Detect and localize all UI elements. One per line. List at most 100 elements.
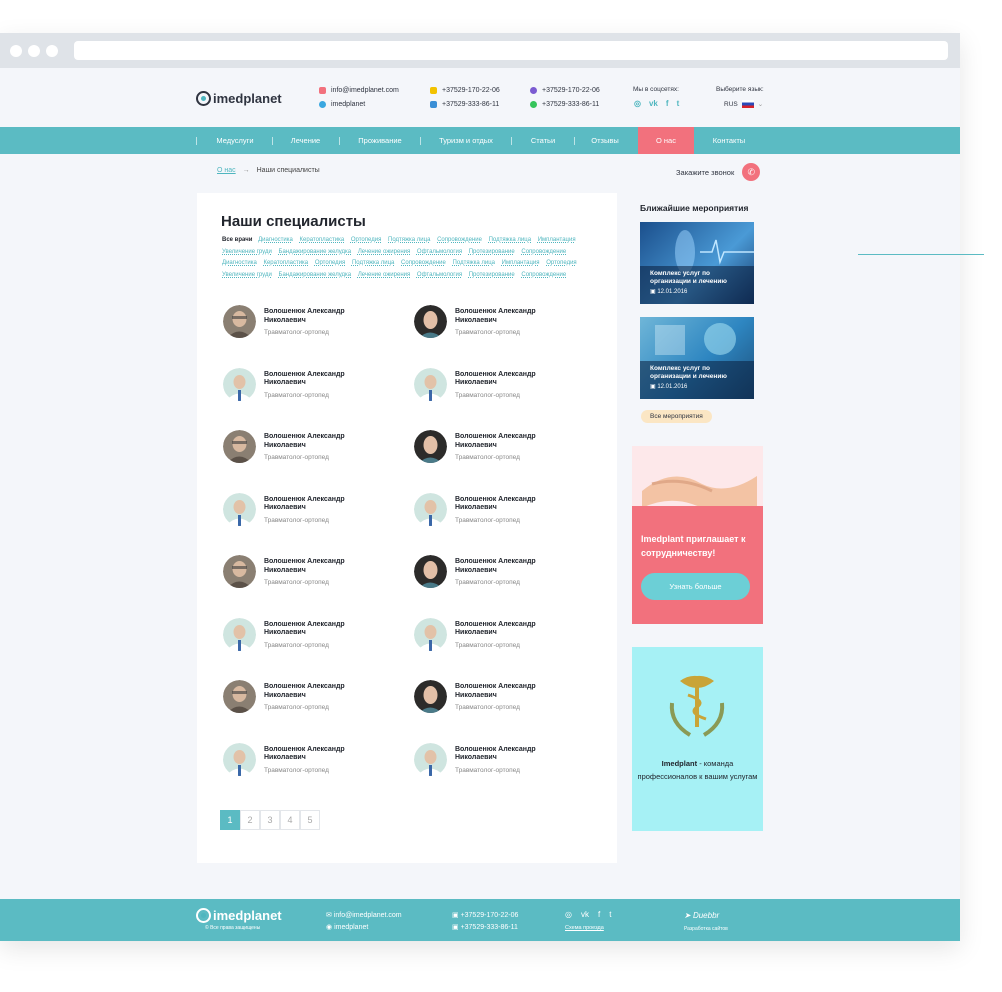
specialty-tag[interactable]: Сопровождение bbox=[401, 260, 446, 266]
specialty-tag[interactable]: Офтальмология bbox=[417, 272, 462, 278]
nav-item-tourism[interactable]: Туризм и отдых bbox=[426, 127, 506, 154]
callback-request[interactable]: Закажите звонок ✆ bbox=[676, 163, 761, 181]
doctor-name[interactable]: Волошенюк Александр Николаевич bbox=[264, 433, 374, 450]
header-phone-whatsapp[interactable]: +37529-333-86-11 bbox=[530, 101, 599, 108]
specialty-tag[interactable]: Имплантация bbox=[538, 237, 576, 243]
facebook-icon[interactable]: f bbox=[666, 99, 669, 108]
doctor-card[interactable]: Волошенюк Александр Николаевич Травматоло… bbox=[414, 742, 594, 783]
footer-skype[interactable]: ◉ imedplanet bbox=[326, 923, 368, 931]
window-dot[interactable] bbox=[46, 45, 58, 57]
avatar[interactable] bbox=[223, 305, 256, 338]
learn-more-button[interactable]: Узнать больше bbox=[641, 573, 750, 600]
specialty-tag[interactable]: Ортопедия bbox=[546, 260, 576, 266]
specialty-tag[interactable]: Подтяжка лица bbox=[453, 260, 495, 266]
header-email[interactable]: info@imedplanet.com bbox=[319, 87, 399, 94]
specialty-tag[interactable]: Подтяжка лица bbox=[388, 237, 430, 243]
header-skype[interactable]: imedplanet bbox=[319, 101, 365, 108]
event-card[interactable]: Комплекс услуг по организации и лечению … bbox=[640, 317, 754, 399]
specialty-tag[interactable]: Сопровождение bbox=[437, 237, 482, 243]
nav-item-treatment[interactable]: Лечение bbox=[278, 127, 333, 154]
developer-logo[interactable]: ➤ Duebbr bbox=[684, 911, 719, 920]
doctor-card[interactable]: Волошенюк Александр Николаевич Травматоло… bbox=[223, 680, 403, 720]
doctor-name[interactable]: Волошенюк Александр Николаевич bbox=[455, 621, 565, 638]
doctor-card[interactable]: Волошенюк Александр Николаевич Травматоло… bbox=[223, 430, 403, 470]
doctor-name[interactable]: Волошенюк Александр Николаевич bbox=[455, 496, 565, 513]
doctor-card[interactable]: Волошенюк Александр Николаевич Травматоло… bbox=[414, 305, 594, 345]
doctor-card[interactable]: Волошенюк Александр Николаевич Травматоло… bbox=[414, 492, 594, 533]
doctor-name[interactable]: Волошенюк Александр Николаевич bbox=[455, 308, 565, 325]
doctor-card[interactable]: Волошенюк Александр Николаевич Травматоло… bbox=[223, 492, 403, 533]
nav-item-about[interactable]: О нас bbox=[638, 127, 694, 154]
doctor-card[interactable]: Волошенюк Александр Николаевич Травматоло… bbox=[223, 367, 403, 408]
header-phone-viber[interactable]: +37529-170-22-06 bbox=[530, 87, 600, 94]
avatar[interactable] bbox=[414, 617, 447, 651]
instagram-icon[interactable]: ◎ bbox=[565, 910, 572, 919]
header-phone[interactable]: +37529-170-22-06 bbox=[430, 87, 500, 94]
specialty-tag[interactable]: Имплантация bbox=[502, 260, 540, 266]
specialty-tag[interactable]: Бандажирование желудка bbox=[279, 272, 352, 278]
nav-item-accommodation[interactable]: Проживание bbox=[346, 127, 414, 154]
specialty-tag[interactable]: Увеличение груди bbox=[222, 272, 272, 278]
avatar[interactable] bbox=[223, 367, 256, 401]
nav-item-articles[interactable]: Статьи bbox=[518, 127, 568, 154]
filter-all-doctors[interactable]: Все врачи bbox=[222, 237, 252, 243]
specialty-tag[interactable]: Офтальмология bbox=[417, 249, 462, 255]
twitter-icon[interactable]: t bbox=[677, 99, 680, 108]
specialty-tag[interactable]: Диагностика bbox=[222, 260, 257, 266]
specialty-tag[interactable]: Протезирование bbox=[469, 249, 515, 255]
doctor-name[interactable]: Волошенюк Александр Николаевич bbox=[455, 558, 565, 575]
window-dot[interactable] bbox=[28, 45, 40, 57]
specialty-tag[interactable]: Подтяжка лица bbox=[489, 237, 531, 243]
specialty-tag[interactable]: Бандажирование желудка bbox=[279, 249, 352, 255]
phone-icon[interactable]: ✆ bbox=[742, 163, 761, 181]
window-dot[interactable] bbox=[10, 45, 22, 57]
doctor-name[interactable]: Волошенюк Александр Николаевич bbox=[264, 746, 374, 763]
doctor-card[interactable]: Волошенюк Александр Николаевич Травматоло… bbox=[414, 367, 594, 408]
header-phone[interactable]: +37529-333-86-11 bbox=[430, 101, 499, 108]
nav-item-medservices[interactable]: Медуслуги bbox=[203, 127, 267, 154]
breadcrumb-parent-link[interactable]: О нас bbox=[217, 167, 236, 174]
facebook-icon[interactable]: f bbox=[598, 910, 600, 919]
avatar[interactable] bbox=[414, 492, 447, 526]
avatar[interactable] bbox=[414, 367, 447, 401]
specialty-tag[interactable]: Увеличение груди bbox=[222, 249, 272, 255]
avatar[interactable] bbox=[414, 742, 447, 776]
doctor-name[interactable]: Волошенюк Александр Николаевич bbox=[455, 371, 565, 388]
avatar[interactable] bbox=[414, 430, 447, 463]
avatar[interactable] bbox=[223, 680, 256, 713]
doctor-card[interactable]: Волошенюк Александр Николаевич Травматоло… bbox=[223, 555, 403, 595]
doctor-card[interactable]: Волошенюк Александр Николаевич Травматоло… bbox=[414, 680, 594, 720]
footer-phone[interactable]: ▣ +37529-333-86-11 bbox=[452, 923, 518, 931]
doctor-name[interactable]: Волошенюк Александр Николаевич bbox=[264, 371, 374, 388]
language-select[interactable]: RUS ⌄ bbox=[724, 100, 763, 108]
specialty-tag[interactable]: Кератопластика bbox=[263, 260, 308, 266]
doctor-card[interactable]: Волошенюк Александр Николаевич Травматоло… bbox=[414, 555, 594, 595]
instagram-icon[interactable]: ◎ bbox=[634, 99, 641, 108]
nav-item-contacts[interactable]: Контакты bbox=[700, 127, 758, 154]
sitemap-link[interactable]: Схема проезда bbox=[565, 925, 604, 931]
page-button[interactable]: 4 bbox=[280, 810, 300, 830]
specialty-tag[interactable]: Лечение ожирения bbox=[358, 249, 410, 255]
doctor-name[interactable]: Волошенюк Александр Николаевич bbox=[264, 621, 374, 638]
event-card[interactable]: Комплекс услуг по организации и лечению … bbox=[640, 222, 754, 304]
doctor-name[interactable]: Волошенюк Александр Николаевич bbox=[455, 746, 565, 763]
specialty-tag[interactable]: Протезирование bbox=[469, 272, 515, 278]
doctor-name[interactable]: Волошенюк Александр Николаевич bbox=[264, 496, 374, 513]
avatar[interactable] bbox=[223, 617, 256, 651]
page-button[interactable]: 2 bbox=[240, 810, 260, 830]
doctor-card[interactable]: Волошенюк Александр Николаевич Травматоло… bbox=[414, 617, 594, 658]
avatar[interactable] bbox=[223, 742, 256, 776]
doctor-name[interactable]: Волошенюк Александр Николаевич bbox=[264, 558, 374, 575]
doctor-card[interactable]: Волошенюк Александр Николаевич Травматоло… bbox=[414, 430, 594, 470]
avatar[interactable] bbox=[223, 555, 256, 588]
footer-phone[interactable]: ▣ +37529-170-22-06 bbox=[452, 911, 518, 919]
doctor-card[interactable]: Волошенюк Александр Николаевич Травматоло… bbox=[223, 305, 403, 345]
specialty-tag[interactable]: Ортопедия bbox=[351, 237, 381, 243]
page-button[interactable]: 5 bbox=[300, 810, 320, 830]
doctor-name[interactable]: Волошенюк Александр Николаевич bbox=[264, 308, 374, 325]
specialty-tag[interactable]: Ортопедия bbox=[315, 260, 345, 266]
specialty-tag[interactable]: Кератопластика bbox=[300, 237, 345, 243]
specialty-tag[interactable]: Сопровождение bbox=[521, 249, 566, 255]
doctor-card[interactable]: Волошенюк Александр Николаевич Травматоло… bbox=[223, 617, 403, 658]
avatar[interactable] bbox=[414, 305, 447, 338]
